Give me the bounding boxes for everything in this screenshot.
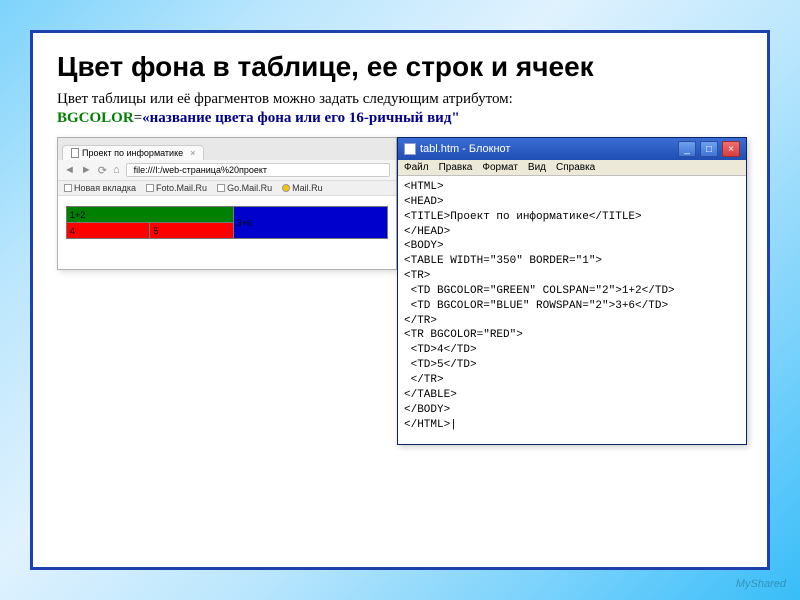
forward-icon[interactable]: ► xyxy=(81,164,92,176)
page-icon xyxy=(217,184,225,192)
red-cell: 4 xyxy=(67,223,150,239)
bookmarks-bar: Новая вкладка Foto.Mail.Ru Go.Mail.Ru Ma… xyxy=(58,181,396,196)
maximize-button[interactable]: □ xyxy=(700,141,718,157)
notepad-title-text: tabl.htm - Блокнот xyxy=(420,143,674,155)
red-cell: 5 xyxy=(150,223,233,239)
menu-format[interactable]: Формат xyxy=(482,162,518,173)
close-button[interactable]: × xyxy=(722,141,740,157)
reload-icon[interactable]: ⟳ xyxy=(98,164,107,177)
table-row: 1+2 3+6 xyxy=(67,207,388,223)
mail-icon xyxy=(282,184,290,192)
slide-description: Цвет таблицы или её фрагментов можно зад… xyxy=(57,91,743,108)
bookmark-label: Mail.Ru xyxy=(292,183,323,193)
menu-view[interactable]: Вид xyxy=(528,162,546,173)
minimize-button[interactable]: _ xyxy=(678,141,696,157)
menu-file[interactable]: Файл xyxy=(404,162,429,173)
bookmark-label: Новая вкладка xyxy=(74,183,136,193)
bookmark-item[interactable]: Новая вкладка xyxy=(64,183,136,193)
bookmark-item[interactable]: Foto.Mail.Ru xyxy=(146,183,207,193)
close-icon[interactable]: × xyxy=(190,148,195,158)
attr-eq: = xyxy=(134,110,142,126)
browser-tab[interactable]: Проект по информатике × xyxy=(62,145,204,160)
green-cell: 1+2 xyxy=(67,207,234,223)
blue-cell: 3+6 xyxy=(233,207,387,239)
screenshots-area: Проект по информатике × ◄ ► ⟳ ⌂ file:///… xyxy=(57,137,747,477)
notepad-menubar: Файл Правка Формат Вид Справка xyxy=(398,160,746,176)
notepad-window: tabl.htm - Блокнот _ □ × Файл Правка Фор… xyxy=(397,137,747,445)
bookmark-item[interactable]: Go.Mail.Ru xyxy=(217,183,272,193)
menu-help[interactable]: Справка xyxy=(556,162,595,173)
browser-tabstrip: Проект по информатике × xyxy=(58,138,396,160)
page-icon xyxy=(64,184,72,192)
attr-value: «название цвета фона или его 16-ричный в… xyxy=(142,110,460,126)
notepad-titlebar: tabl.htm - Блокнот _ □ × xyxy=(398,138,746,160)
demo-table: 1+2 3+6 4 5 xyxy=(66,206,388,239)
url-text: file:///I:/web-страница%20проект xyxy=(134,165,267,175)
watermark: MyShared xyxy=(736,578,786,590)
document-icon xyxy=(71,148,79,158)
home-icon[interactable]: ⌂ xyxy=(113,164,120,176)
bookmark-label: Go.Mail.Ru xyxy=(227,183,272,193)
browser-viewport: 1+2 3+6 4 5 xyxy=(58,196,396,269)
notepad-text-area[interactable]: <HTML> <HEAD> <TITLE>Проект по информати… xyxy=(398,176,746,444)
bookmark-item[interactable]: Mail.Ru xyxy=(282,183,323,193)
attribute-example: BGCOLOR=«название цвета фона или его 16-… xyxy=(57,110,743,127)
menu-edit[interactable]: Правка xyxy=(439,162,473,173)
back-icon[interactable]: ◄ xyxy=(64,164,75,176)
browser-tab-title: Проект по информатике xyxy=(82,148,183,158)
browser-window: Проект по информатике × ◄ ► ⟳ ⌂ file:///… xyxy=(57,137,397,270)
bookmark-label: Foto.Mail.Ru xyxy=(156,183,207,193)
slide-frame: Цвет фона в таблице, ее строк и ячеек Цв… xyxy=(30,30,770,570)
address-bar[interactable]: file:///I:/web-страница%20проект xyxy=(126,163,390,177)
slide-title: Цвет фона в таблице, ее строк и ячеек xyxy=(57,51,743,83)
browser-toolbar: ◄ ► ⟳ ⌂ file:///I:/web-страница%20проект xyxy=(58,160,396,181)
notepad-icon xyxy=(404,143,416,155)
page-icon xyxy=(146,184,154,192)
attr-name: BGCOLOR xyxy=(57,110,134,126)
